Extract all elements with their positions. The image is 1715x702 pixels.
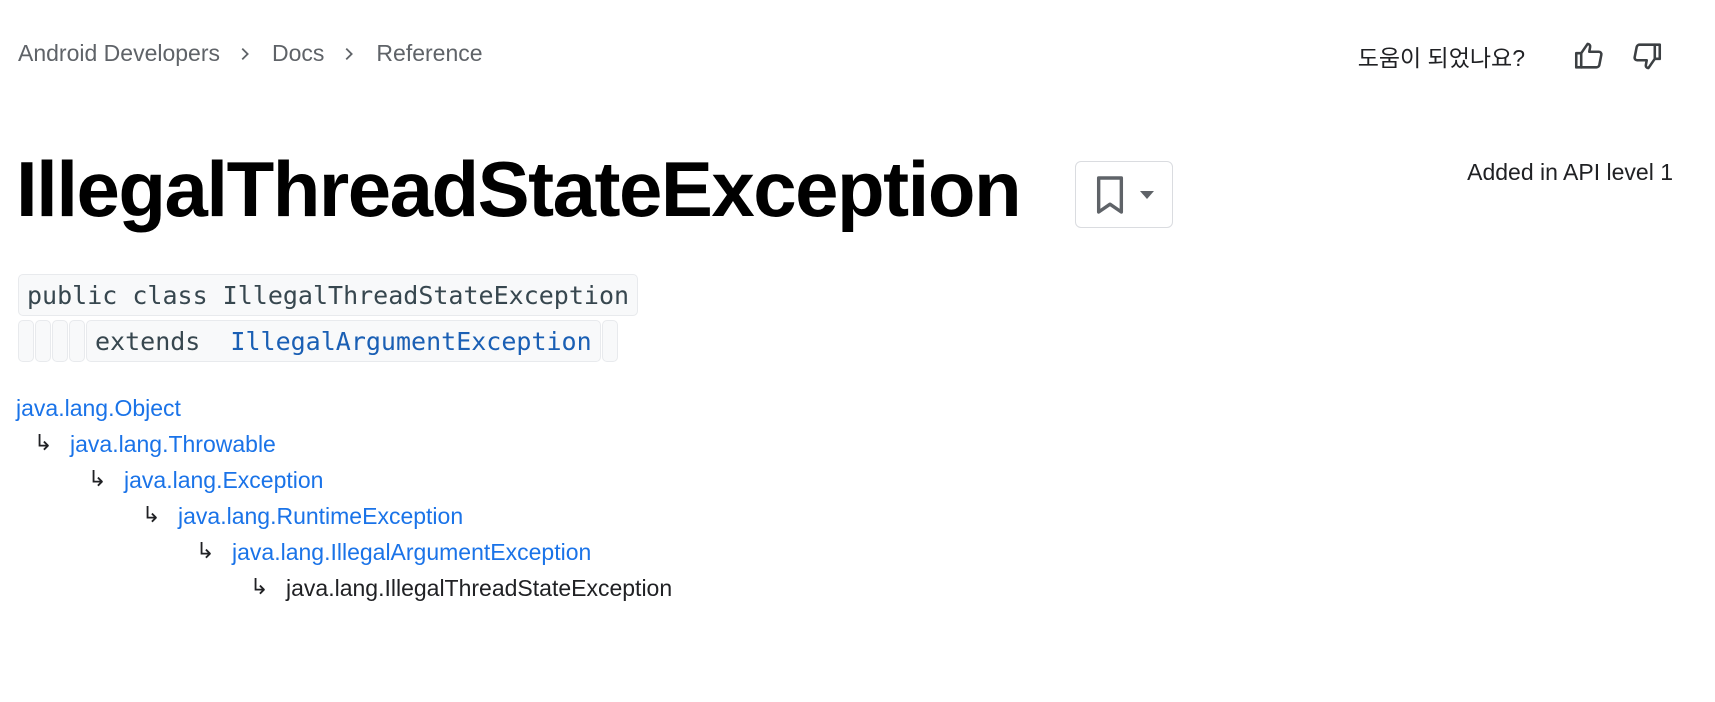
class-signature: public class IllegalThreadStateException (18, 274, 639, 316)
chevron-right-icon (220, 43, 272, 65)
thumb-up-button[interactable] (1569, 36, 1609, 76)
subclass-arrow-icon: ↳ (34, 431, 53, 456)
chevron-right-icon (324, 43, 376, 65)
thumb-down-button[interactable] (1627, 36, 1667, 76)
code-indent (52, 320, 68, 362)
hierarchy-link-exception[interactable]: java.lang.Exception (124, 466, 323, 494)
hierarchy-item: ↳ java.lang.IllegalArgumentException (176, 538, 591, 566)
extends-signature: extends IllegalArgumentException (18, 320, 618, 362)
breadcrumb-reference[interactable]: Reference (376, 40, 482, 67)
code-indent (35, 320, 51, 362)
hierarchy-current-class: java.lang.IllegalThreadStateException (286, 575, 673, 601)
thumb-up-icon (1574, 42, 1603, 69)
feedback-question: 도움이 되었나요? (1357, 45, 1525, 71)
superclass-link[interactable]: IllegalArgumentException (230, 327, 591, 356)
code-indent (69, 320, 85, 362)
hierarchy-link-object[interactable]: java.lang.Object (16, 394, 181, 422)
hierarchy-item: ↳ java.lang.Exception (68, 466, 323, 494)
subclass-arrow-icon: ↳ (250, 575, 269, 600)
extends-keyword: extends (95, 327, 201, 356)
bookmark-icon (1093, 175, 1127, 215)
hierarchy-item: java.lang.Object (16, 394, 181, 422)
hierarchy-link-runtime-exception[interactable]: java.lang.RuntimeException (178, 502, 463, 530)
page-feedback: 도움이 되었나요? (1358, 36, 1667, 76)
caret-down-icon (1139, 190, 1155, 200)
breadcrumb: Android Developers Docs Reference (18, 40, 483, 67)
api-level-label: Added in API level 1 (1467, 159, 1673, 185)
hierarchy-link-throwable[interactable]: java.lang.Throwable (70, 430, 276, 458)
hierarchy-item: ↳ java.lang.Throwable (14, 430, 276, 458)
hierarchy-item: ↳ java.lang.IllegalThreadStateException (230, 574, 672, 602)
bookmark-button[interactable] (1075, 161, 1173, 228)
page-title: IllegalThreadStateException (16, 145, 1022, 233)
subclass-arrow-icon: ↳ (142, 503, 161, 528)
extends-clause: extends IllegalArgumentException (86, 320, 601, 362)
breadcrumb-docs[interactable]: Docs (272, 40, 324, 67)
subclass-arrow-icon: ↳ (88, 467, 107, 492)
code-trailing (601, 320, 618, 362)
hierarchy-item: ↳ java.lang.RuntimeException (122, 502, 463, 530)
subclass-arrow-icon: ↳ (196, 539, 215, 564)
reference-page: Android Developers Docs Reference 도움이 되었… (0, 0, 1715, 702)
hierarchy-link-illegal-argument-exception[interactable]: java.lang.IllegalArgumentException (232, 538, 591, 566)
thumb-down-icon (1633, 43, 1662, 70)
breadcrumb-android-developers[interactable]: Android Developers (18, 40, 220, 67)
code-indent (18, 320, 34, 362)
